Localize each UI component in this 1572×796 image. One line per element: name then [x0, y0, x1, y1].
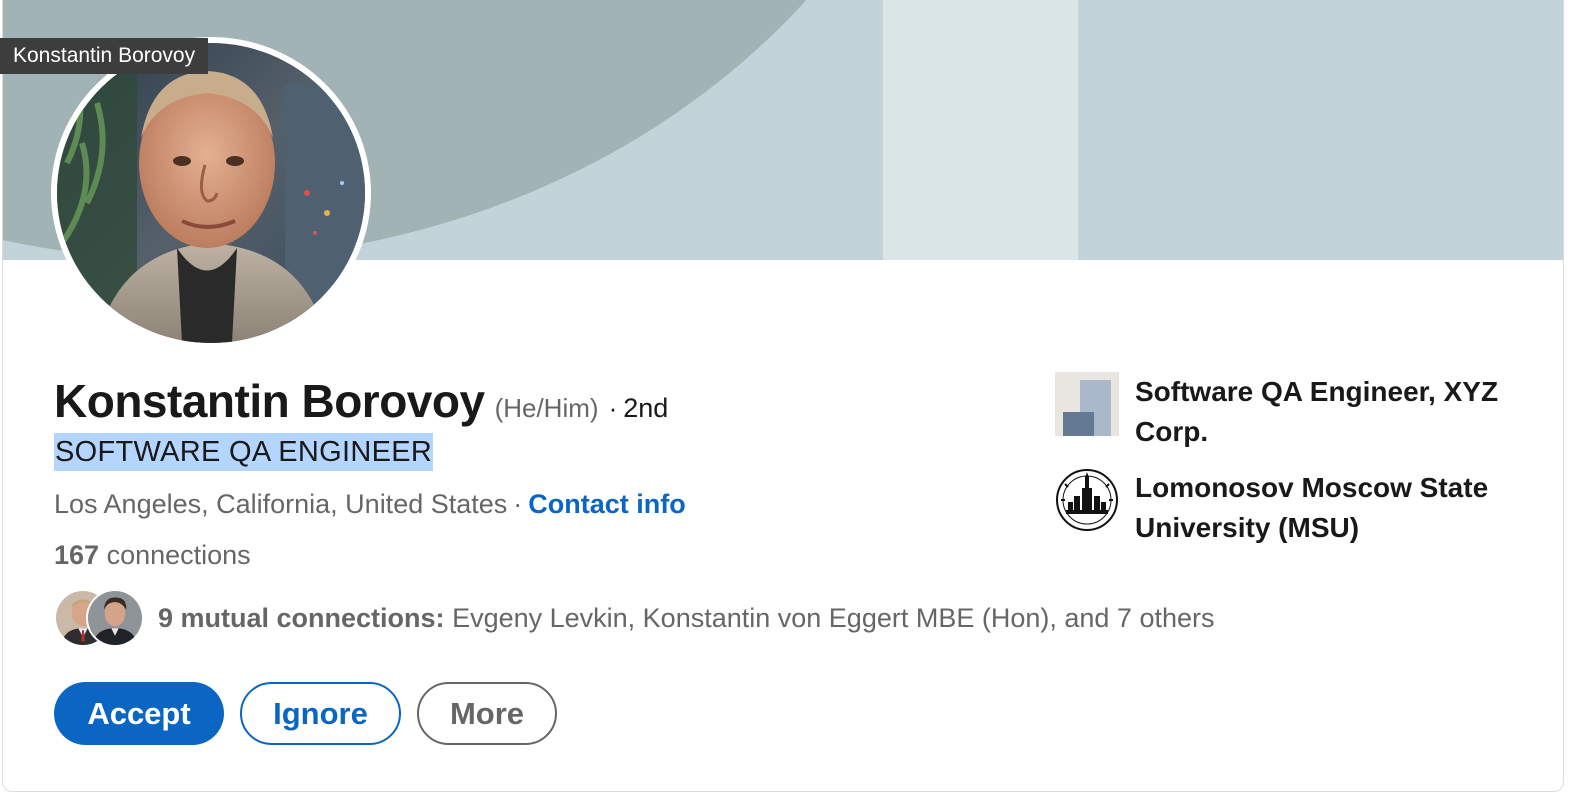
- current-company-link[interactable]: Software QA Engineer, XYZ Corp.: [1055, 372, 1535, 452]
- profile-pronouns: (He/Him): [494, 393, 599, 423]
- profile-name: Konstantin Borovoy: [54, 375, 485, 427]
- name-row: Konstantin Borovoy (He/Him) · 2nd: [54, 374, 668, 428]
- mutual-connections-text: 9 mutual connections: Evgeny Levkin, Kon…: [158, 603, 1214, 634]
- mutual-names: Evgeny Levkin, Konstantin von Eggert MBE…: [452, 602, 1215, 633]
- university-label: Lomonosov Moscow State University (MSU): [1135, 472, 1489, 543]
- contact-info-link[interactable]: Contact info: [528, 489, 685, 519]
- degree-separator: ·: [608, 393, 618, 423]
- university-seal-icon: [1055, 468, 1119, 532]
- profile-photo[interactable]: [51, 37, 371, 349]
- location-row: Los Angeles, California, United States · C…: [54, 489, 686, 520]
- profile-photo-image: [57, 43, 365, 343]
- mutual-connections[interactable]: 9 mutual connections: Evgeny Levkin, Kon…: [54, 589, 1214, 647]
- connections-link[interactable]: 167 connections: [54, 540, 251, 571]
- mutual-count-label: 9 mutual connections:: [158, 602, 445, 633]
- name-tooltip: Konstantin Borovoy: [0, 38, 209, 74]
- mutual-avatar: [86, 589, 144, 647]
- education-link[interactable]: Lomonosov Moscow State University (MSU): [1055, 468, 1535, 548]
- ignore-button[interactable]: Ignore: [240, 682, 401, 745]
- mutual-avatars: [54, 589, 144, 647]
- profile-location: Los Angeles, California, United States: [54, 489, 508, 519]
- more-button[interactable]: More: [417, 682, 557, 745]
- connections-label: connections: [106, 540, 251, 570]
- connection-degree: 2nd: [623, 393, 669, 423]
- company-label: Software QA Engineer, XYZ Corp.: [1135, 376, 1499, 447]
- location-separator: ·: [513, 489, 523, 519]
- accept-button[interactable]: Accept: [54, 682, 224, 745]
- company-logo-icon: [1055, 372, 1119, 436]
- profile-headline: SOFTWARE QA ENGINEER: [54, 433, 434, 471]
- banner-light-stripe: [883, 0, 1078, 260]
- connections-count: 167: [54, 540, 100, 570]
